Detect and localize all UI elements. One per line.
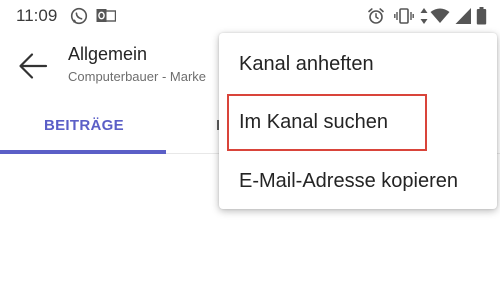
outlook-icon	[96, 7, 116, 25]
arrow-left-icon	[12, 46, 52, 86]
overflow-menu: Kanal anheften Im Kanal suchen E-Mail-Ad…	[219, 33, 497, 209]
tab-beitraege[interactable]: BEITRÄGE	[44, 117, 124, 134]
status-time: 11:09	[16, 6, 58, 25]
signal-icon	[455, 7, 472, 25]
menu-item-pin-channel[interactable]: Kanal anheften	[219, 42, 497, 86]
menu-item-copy-email[interactable]: E-Mail-Adresse kopieren	[219, 159, 497, 203]
team-subtitle: Computerbauer - Marke	[68, 69, 206, 84]
whatsapp-icon	[70, 7, 88, 25]
status-bar: 11:09	[0, 0, 500, 34]
alarm-icon	[367, 7, 385, 25]
vibrate-icon	[394, 7, 414, 25]
wifi-icon	[430, 7, 450, 25]
channel-title: Allgemein	[68, 44, 148, 64]
menu-item-search-channel[interactable]: Im Kanal suchen	[219, 100, 497, 144]
data-arrows-icon	[419, 7, 429, 25]
back-button[interactable]	[12, 46, 52, 86]
app-screen: 11:09 Allgemein Computerbauer - Marke BE…	[0, 0, 500, 303]
battery-icon	[476, 7, 487, 25]
active-tab-indicator	[0, 150, 166, 154]
